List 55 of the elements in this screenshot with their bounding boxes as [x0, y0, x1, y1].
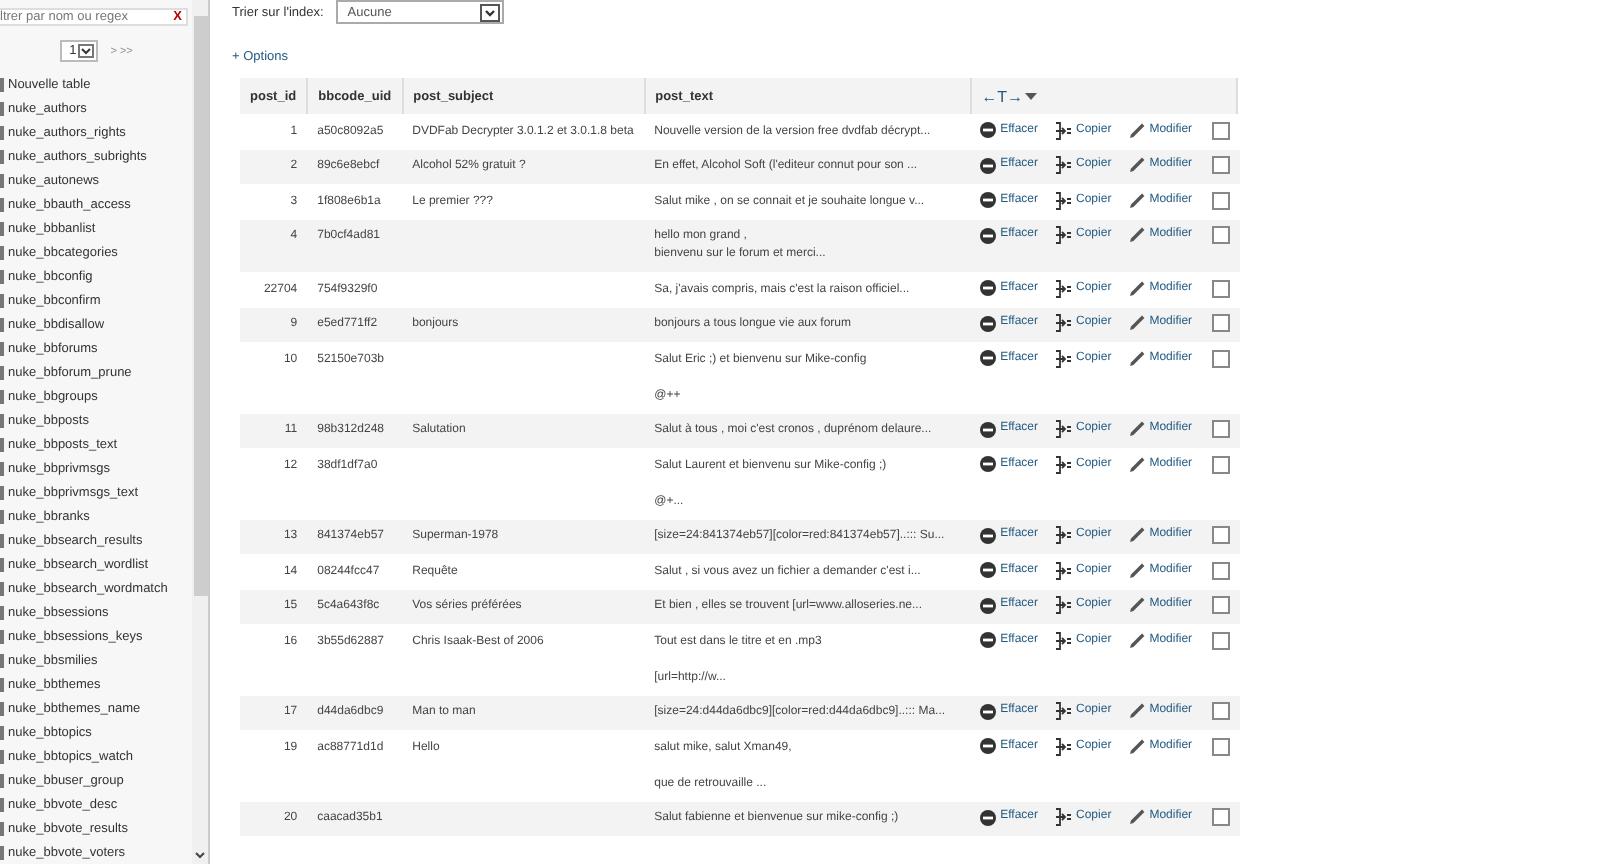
row-checkbox[interactable]	[1212, 349, 1231, 367]
row-checkbox[interactable]	[1212, 121, 1231, 139]
row-checkbox[interactable]	[1212, 420, 1231, 438]
copy-icon	[1054, 737, 1073, 755]
row-checkbox[interactable]	[1212, 808, 1231, 826]
minus-circle-icon	[980, 527, 997, 543]
minus-circle-icon	[980, 315, 997, 331]
minus-circle-icon	[980, 456, 997, 472]
copy-icon	[1054, 226, 1073, 244]
dropdown-icon	[479, 3, 500, 21]
copy-icon	[1054, 702, 1073, 720]
copy-icon	[1054, 191, 1073, 209]
copy-icon	[1054, 596, 1073, 614]
dropdown-icon[interactable]	[1023, 91, 1037, 101]
column-resize-arrows[interactable]: ←T→	[981, 87, 1023, 105]
row-checkbox[interactable]	[1212, 226, 1231, 244]
minus-circle-icon	[980, 562, 997, 578]
copy-icon	[1054, 156, 1073, 174]
row-checkbox[interactable]	[1212, 156, 1231, 174]
chevron-down-icon[interactable]	[194, 850, 206, 860]
copy-icon	[1054, 808, 1073, 826]
pencil-icon	[1127, 808, 1146, 826]
row-checkbox[interactable]	[1212, 526, 1231, 544]
row-checkbox[interactable]	[1212, 631, 1231, 649]
row-checkbox[interactable]	[1212, 561, 1231, 579]
row-checkbox[interactable]	[1212, 596, 1231, 614]
minus-circle-icon	[980, 227, 997, 243]
copy-icon	[1054, 420, 1073, 438]
copy-icon	[1054, 349, 1073, 367]
minus-circle-icon	[980, 350, 997, 366]
row-checkbox[interactable]	[1212, 191, 1231, 209]
copy-icon	[1054, 526, 1073, 544]
copy-icon	[1054, 631, 1073, 649]
row-checkbox[interactable]	[1212, 314, 1231, 332]
minus-circle-icon	[980, 280, 997, 296]
row-checkbox[interactable]	[1212, 702, 1231, 720]
scrollbar[interactable]	[192, 0, 208, 864]
copy-icon	[1054, 561, 1073, 579]
dropdown-icon	[78, 44, 95, 58]
copy-icon	[1054, 121, 1073, 139]
minus-circle-icon	[980, 738, 997, 754]
minus-circle-icon	[980, 157, 997, 173]
copy-icon	[1054, 455, 1073, 473]
minus-circle-icon	[980, 192, 997, 208]
row-checkbox[interactable]	[1212, 737, 1231, 755]
copy-icon	[1054, 279, 1073, 297]
copy-icon	[1054, 314, 1073, 332]
minus-circle-icon	[980, 421, 997, 437]
minus-circle-icon	[980, 703, 997, 719]
row-checkbox[interactable]	[1212, 279, 1231, 297]
minus-circle-icon	[980, 632, 997, 648]
minus-circle-icon	[980, 597, 997, 613]
minus-circle-icon	[980, 122, 997, 138]
minus-circle-icon	[980, 809, 997, 825]
row-checkbox[interactable]	[1212, 455, 1231, 473]
